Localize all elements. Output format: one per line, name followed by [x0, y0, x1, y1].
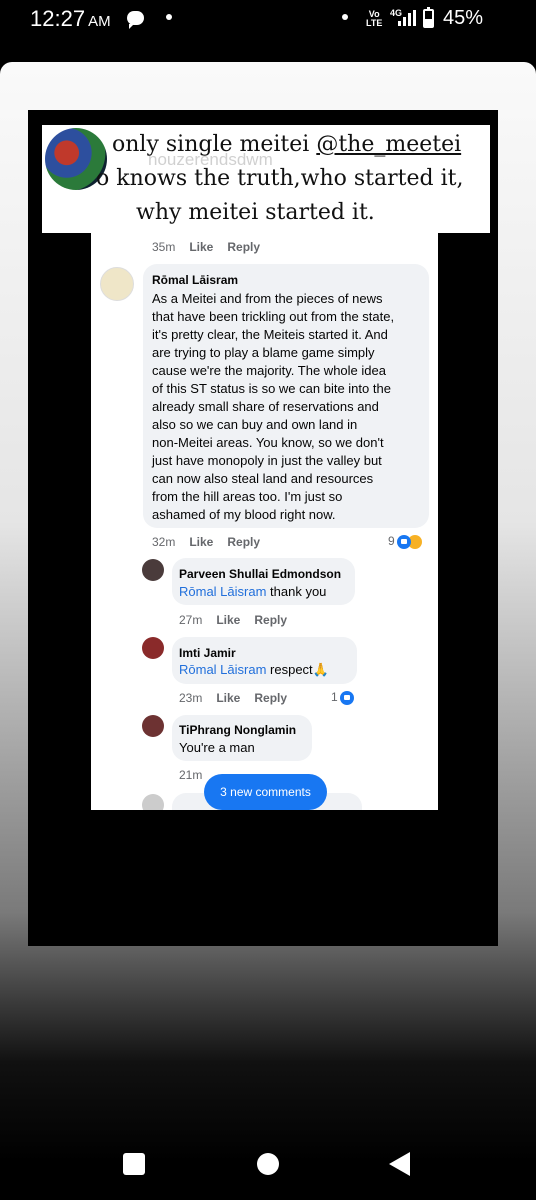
comment-text-line: can now also steal land and resources — [152, 471, 374, 486]
status-bar: 12:27 AM Vo LTE 4G 45% — [0, 0, 536, 38]
recents-button[interactable] — [123, 1153, 145, 1175]
volte-icon: Vo LTE — [366, 9, 383, 28]
comment-text-line: from the hill areas too. I'm just so — [152, 489, 343, 504]
signal-icon — [398, 10, 416, 26]
comment-text-line: non-Meitei areas. You know, so we don't — [152, 435, 384, 450]
avatar — [142, 794, 164, 810]
comment-author[interactable]: Imti Jamir — [179, 646, 236, 660]
comment-text: Rōmal Lāisram thank you — [179, 584, 327, 599]
new-comments-button[interactable]: 3 new comments — [204, 774, 327, 810]
comment-text-line: already small share of reservations and — [152, 399, 379, 414]
comment-meta: 21m — [179, 768, 203, 782]
comment-meta: 27m Like Reply — [179, 613, 288, 627]
comment-text-line: are trying to play a blame game simply — [152, 345, 375, 360]
avatar[interactable] — [142, 559, 164, 581]
comment-text-line: ashamed of my blood right now. — [152, 507, 336, 522]
comment-meta: 35m Like Reply — [152, 240, 261, 254]
comment-meta: 23m Like Reply — [179, 691, 288, 705]
comment-meta: 32m Like Reply — [152, 535, 261, 549]
reaction-count[interactable]: 9 — [388, 534, 422, 549]
like-reaction-icon — [339, 690, 354, 705]
avatar[interactable] — [100, 267, 134, 301]
comment-text-line: that have been trickling out from the st… — [152, 309, 395, 324]
like-reaction-icon — [396, 534, 411, 549]
dot-icon — [342, 14, 348, 20]
caption-line-1: only single meitei @the_meetei — [112, 132, 462, 157]
mention-link[interactable]: Rōmal Lāisram — [179, 584, 266, 599]
comment-author[interactable]: TiPhrang Nonglamin — [179, 723, 296, 737]
comment-text: Rōmal Lāisram respect🙏 — [179, 662, 329, 677]
battery-percent: 45% — [443, 7, 484, 29]
reaction-count[interactable]: 1 — [331, 690, 354, 705]
caption-line-3: why meitei started it. — [136, 200, 375, 225]
comment-screenshot: 35m Like Reply Rōmal Lāisram As a Meitei a… — [91, 233, 438, 810]
comment-author[interactable]: Parveen Shullai Edmondson — [179, 567, 341, 581]
home-button[interactable] — [257, 1153, 279, 1175]
message-icon — [127, 11, 144, 29]
comment-text-line: it's pretty clear, the Meiteis started i… — [152, 327, 388, 342]
comment-text-line: also so we can buy and own land in — [152, 417, 358, 432]
user-handle-link[interactable]: @the_meetei — [316, 132, 461, 157]
comment-author[interactable]: Rōmal Lāisram — [152, 273, 238, 287]
mention-link[interactable]: Rōmal Lāisram — [179, 662, 266, 677]
battery-icon — [423, 7, 434, 28]
comment-text: You're a man — [179, 740, 255, 755]
avatar[interactable] — [142, 637, 164, 659]
notification-dot-icon — [166, 14, 172, 20]
comment-text-line: cause we're the majority. The whole idea — [152, 363, 386, 378]
comment-text-line: just have monopoly in just the valley bu… — [152, 453, 382, 468]
clock: 12:27 AM — [30, 6, 111, 31]
caption-line-2: o knows the truth,who started it, — [96, 166, 464, 191]
back-button[interactable] — [389, 1152, 410, 1176]
avatar[interactable] — [142, 715, 164, 737]
comment-text-line: of this ST status is so we can bite into… — [152, 381, 391, 396]
comment-text-line: As a Meitei and from the pieces of news — [152, 291, 383, 306]
